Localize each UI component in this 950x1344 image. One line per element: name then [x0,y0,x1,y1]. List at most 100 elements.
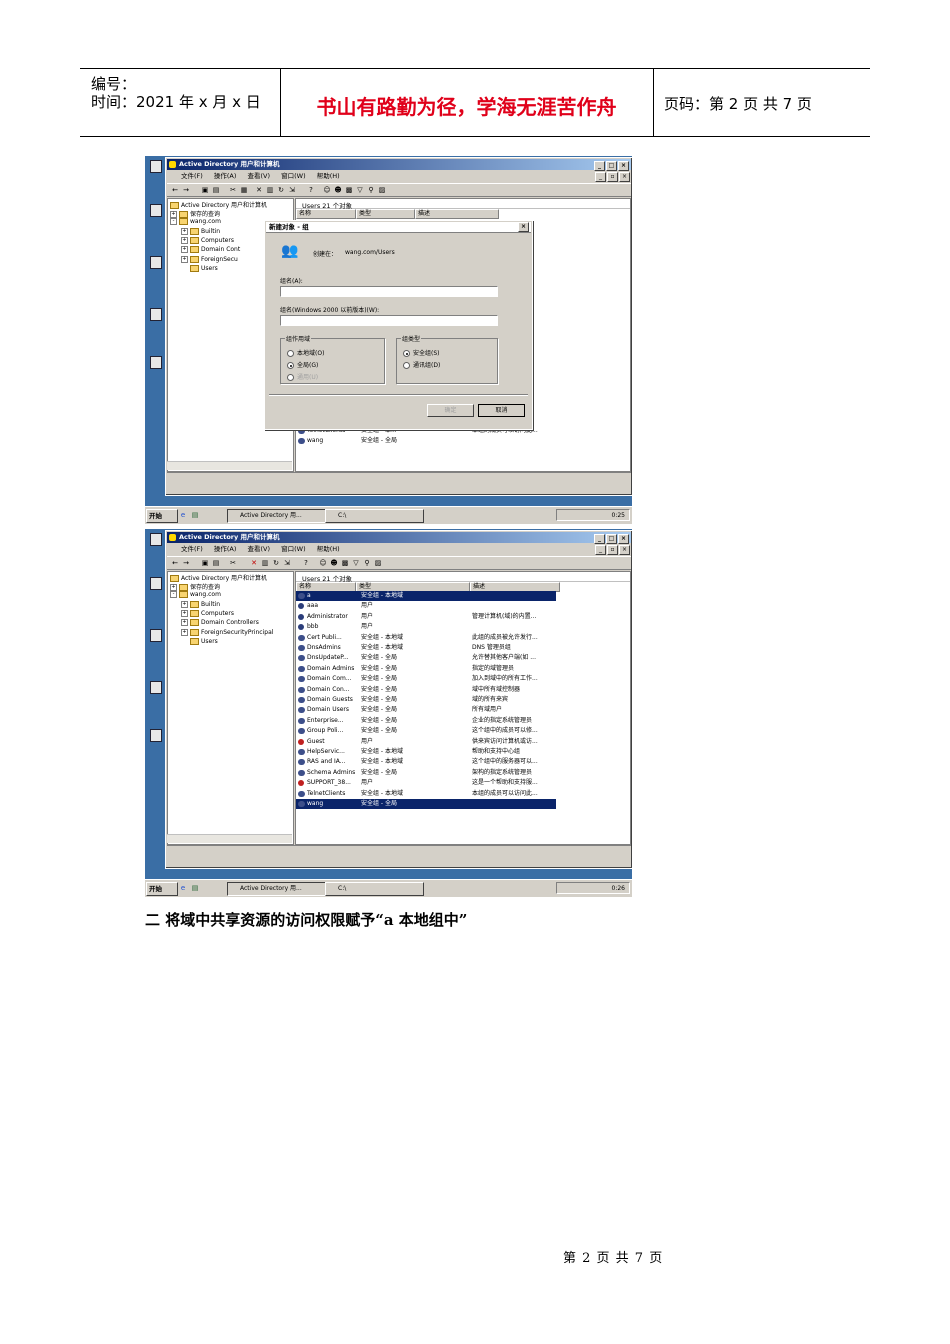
new-ou-icon[interactable]: ▩ [341,559,349,567]
collapse-icon[interactable]: - [170,591,177,598]
list-item[interactable]: Administrator 用户 管理计算机(域)的内置... [296,612,556,622]
maximize-icon[interactable]: □ [606,534,617,544]
expand-icon[interactable]: + [170,211,177,218]
cut-icon[interactable]: ✂ [229,186,237,194]
delete-icon[interactable]: ✕ [255,186,263,194]
delete-icon[interactable]: ✕ [250,559,258,567]
forward-icon[interactable]: → [182,559,190,567]
menu-window[interactable]: 窗口(W) [281,172,306,180]
scope-global-radio[interactable]: 全局(G) [287,360,318,369]
back-icon[interactable]: ← [171,186,179,194]
new-user-icon[interactable]: ☺ [323,186,331,194]
tree-toggle-icon[interactable]: ▤ [212,186,220,194]
tree-domain[interactable]: - wang.com [170,218,221,225]
add-to-group-icon[interactable]: ▨ [378,186,386,194]
menu-help[interactable]: 帮助(H) [317,172,340,180]
menu-view[interactable]: 查看(V) [248,545,271,553]
ad-window[interactable]: Active Directory 用户和计算机 _ □ × 文件(F) 操作(A) … [165,530,632,869]
tree-foreign-security[interactable]: + ForeignSecurityPrincipal [181,629,273,636]
refresh-icon[interactable]: ↻ [272,559,280,567]
list-item[interactable]: HelpServic... 安全组 - 本地域 帮助和支持中心组 [296,747,556,757]
group-name-input[interactable] [280,286,498,297]
menu-view[interactable]: 查看(V) [248,172,271,180]
tree-saved-queries[interactable]: + 保存的查询 [170,209,220,218]
expand-icon[interactable]: + [181,237,188,244]
expand-icon[interactable]: + [181,629,188,636]
tree-toggle-icon[interactable]: ▤ [212,559,220,567]
list-item[interactable]: SUPPORT_38... 用户 这是一个帮助和支持服... [296,778,556,788]
close-icon[interactable]: × [618,161,629,171]
list-item[interactable]: RAS and IA... 安全组 - 本地域 这个组中的服务器可以... [296,757,556,767]
expand-icon[interactable]: + [181,246,188,253]
scope-universal-radio[interactable]: 通用(U) [287,372,318,381]
list-item[interactable]: TelnetClients 安全组 - 本地域 本组的成员可以访问此... [296,789,556,799]
tree-computers[interactable]: + Computers [181,237,234,244]
group-name-pre2000-input[interactable] [280,315,498,326]
add-to-group-icon[interactable]: ▨ [374,559,382,567]
up-icon[interactable]: ▣ [201,559,209,567]
properties-icon[interactable]: ▥ [261,559,269,567]
expand-icon[interactable]: + [181,228,188,235]
new-group-dialog[interactable]: 新建对象 - 组 × 👥 创建在： wang.com/Users 组名(A): … [264,220,533,430]
minimize-icon[interactable]: _ [594,161,605,171]
mdi-close-icon[interactable]: × [619,545,630,555]
tree-domain-controllers[interactable]: + Domain Controllers [181,619,259,626]
expand-icon[interactable]: + [181,601,188,608]
help-icon[interactable]: ? [302,559,310,567]
desktop-quicklaunch-icon[interactable]: ▤ [191,511,199,519]
list-item[interactable]: Schema Admins 安全组 - 全局 架构的指定系统管理员 [296,768,556,778]
minimize-icon[interactable]: _ [594,534,605,544]
properties-icon[interactable]: ▥ [266,186,274,194]
tree-computers[interactable]: + Computers [181,610,234,617]
list-item[interactable]: bbb 用户 [296,622,556,632]
close-icon[interactable]: × [618,534,629,544]
list-item[interactable]: Domain Admins 安全组 - 全局 指定的域管理员 [296,664,556,674]
expand-icon[interactable]: + [170,584,177,591]
expand-icon[interactable]: + [181,256,188,263]
list-item[interactable]: a 安全组 - 本地域 [296,591,556,601]
filter-icon[interactable]: ▽ [356,186,364,194]
dialog-close-icon[interactable]: × [518,222,529,232]
new-group-icon[interactable]: ☻ [330,559,338,567]
find-icon[interactable]: ⚲ [367,186,375,194]
refresh-icon[interactable]: ↻ [277,186,285,194]
find-icon[interactable]: ⚲ [363,559,371,567]
tree-scrollbar[interactable] [167,461,292,470]
copy-icon[interactable]: ▦ [240,186,248,194]
type-distribution-radio[interactable]: 通讯组(D) [403,360,440,369]
list-item[interactable]: aaa 用户 [296,601,556,611]
mdi-minimize-icon[interactable]: _ [595,545,606,555]
menu-action[interactable]: 操作(A) [214,545,237,553]
list-item[interactable]: Cert Publi... 安全组 - 本地域 此组的成员被允许发行... [296,633,556,643]
filter-icon[interactable]: ▽ [352,559,360,567]
list-item[interactable]: Domain Com... 安全组 - 全局 加入到域中的所有工作... [296,674,556,684]
menu-file[interactable]: 文件(F) [181,545,203,553]
expand-icon[interactable]: + [181,610,188,617]
list-item[interactable]: Domain Guests 安全组 - 全局 域的所有来宾 [296,695,556,705]
ie-quicklaunch-icon[interactable]: e [179,884,187,892]
window-titlebar[interactable]: Active Directory 用户和计算机 _ □ × [167,532,631,544]
taskbar-item-ad[interactable]: Active Directory 用... [227,882,326,896]
export-icon[interactable]: ⇲ [283,559,291,567]
tree-builtin[interactable]: + Builtin [181,601,220,608]
taskbar-item-cmd[interactable]: C:\ [325,509,424,523]
window-titlebar[interactable]: Active Directory 用户和计算机 _ □ × [167,159,631,171]
ok-button[interactable]: 确定 [427,404,474,417]
cancel-button[interactable]: 取消 [478,404,525,417]
menu-action[interactable]: 操作(A) [214,172,237,180]
tree-saved-queries[interactable]: + 保存的查询 [170,582,220,591]
taskbar-item-ad[interactable]: Active Directory 用... [227,509,326,523]
maximize-icon[interactable]: □ [606,161,617,171]
up-icon[interactable]: ▣ [201,186,209,194]
dialog-title[interactable]: 新建对象 - 组 × [266,222,531,233]
column-name[interactable]: 名称 [296,209,356,219]
list-item[interactable]: wang 安全组 - 全局 [296,436,556,446]
list-pane[interactable]: Users 21 个对象 名称 类型 描述 a 安全组 - 本地域 aaa 用户 Adm… [295,571,631,845]
help-icon[interactable]: ? [307,186,315,194]
collapse-icon[interactable]: - [170,218,177,225]
cut-icon[interactable]: ✂ [229,559,237,567]
tree-scrollbar[interactable] [167,834,292,843]
start-button[interactable]: 开始 [146,509,178,523]
tree-domain[interactable]: - wang.com [170,591,221,598]
scope-domain-local-radio[interactable]: 本地域(O) [287,348,324,357]
